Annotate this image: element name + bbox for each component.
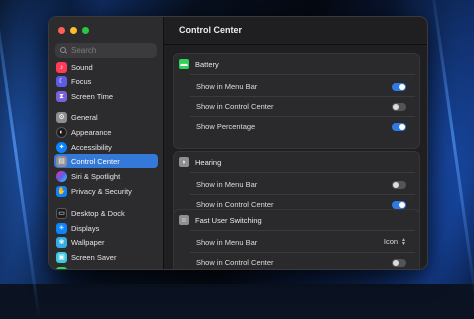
sidebar-item-desktop-dock[interactable]: ▭ Desktop & Dock	[54, 206, 158, 220]
sidebar-item-screen-saver[interactable]: ▣ Screen Saver	[54, 250, 158, 264]
display-icon: ☀	[56, 222, 67, 234]
row-label: Show in Menu Bar	[196, 180, 258, 189]
sidebar-item-partial	[54, 265, 158, 269]
sidebar-item-focus[interactable]: ☾ Focus	[54, 74, 158, 88]
accessibility-icon: ✦	[56, 141, 67, 153]
row-label: Show in Menu Bar	[196, 82, 258, 91]
fus-menu-bar-select[interactable]: Icon ▲ ▼	[384, 237, 406, 246]
main-pane: Control Center ▬ Battery Show in Menu Ba…	[164, 17, 427, 269]
sidebar-item-label: Accessibility	[71, 142, 112, 152]
search-placeholder: Search	[71, 46, 97, 55]
hearing-group-header: ◗ Hearing	[179, 157, 221, 167]
sidebar-item-label: Screen Saver	[71, 252, 117, 262]
settings-window: Search ♪ Sound ☾ Focus ⧗ Screen Time ⚙ G…	[48, 16, 428, 270]
chevron-up-down-icon: ▲ ▼	[401, 236, 406, 247]
sidebar-item-privacy-security[interactable]: ✋ Privacy & Security	[54, 184, 158, 198]
sidebar-item-label: Desktop & Dock	[71, 208, 125, 218]
sidebar-item-label: Privacy & Security	[71, 186, 132, 196]
divider	[190, 74, 415, 75]
sidebar: Search ♪ Sound ☾ Focus ⧗ Screen Time ⚙ G…	[49, 17, 164, 269]
sidebar-item-sound[interactable]: ♪ Sound	[54, 60, 158, 74]
sidebar-item-control-center[interactable]: ▤ Control Center	[54, 154, 158, 168]
group-title: Hearing	[195, 157, 222, 167]
select-value: Icon	[383, 237, 399, 246]
sidebar-item-label: Displays	[71, 223, 100, 233]
divider	[190, 116, 415, 117]
sidebar-item-label: Screen Time	[71, 91, 114, 101]
battery-icon	[56, 266, 67, 269]
sidebar-item-screen-time[interactable]: ⧗ Screen Time	[54, 89, 158, 103]
battery-group-header: ▬ Battery	[179, 59, 219, 69]
hearing-group: ◗ Hearing Show in Menu Bar Show in Contr…	[173, 151, 420, 217]
row-label: Show in Menu Bar	[196, 238, 258, 247]
group-title: Fast User Switching	[195, 215, 262, 225]
sidebar-item-wallpaper[interactable]: ❀ Wallpaper	[54, 235, 158, 249]
wallpaper-icon: ❀	[56, 236, 67, 248]
speaker-icon: ♪	[56, 61, 67, 73]
sidebar-item-label: Sound	[71, 62, 93, 72]
divider	[190, 96, 415, 97]
row-label: Show in Control Center	[196, 258, 274, 267]
sidebar-item-siri-spotlight[interactable]: Siri & Spotlight	[54, 169, 158, 183]
ear-icon: ◗	[179, 157, 189, 167]
hourglass-icon: ⧗	[56, 90, 67, 102]
divider	[190, 172, 415, 173]
minimize-button[interactable]	[70, 27, 77, 34]
sidebar-item-accessibility[interactable]: ✦ Accessibility	[54, 140, 158, 154]
screen-saver-icon: ▣	[56, 251, 67, 263]
battery-group: ▬ Battery Show in Menu Bar Show in Contr…	[173, 53, 420, 149]
divider	[190, 230, 415, 231]
appearance-icon: ◐	[56, 126, 67, 138]
sidebar-item-label: Wallpaper	[71, 237, 105, 247]
fus-control-center-toggle[interactable]	[392, 259, 406, 267]
row-label: Show in Control Center	[196, 200, 274, 209]
hearing-control-center-toggle[interactable]	[392, 201, 406, 209]
battery-control-center-toggle[interactable]	[392, 103, 406, 111]
title-divider	[164, 44, 427, 45]
users-icon: ☺	[179, 215, 189, 225]
fast-user-switching-header: ☺ Fast User Switching	[179, 215, 262, 225]
battery-menu-bar-toggle[interactable]	[392, 83, 406, 91]
sidebar-item-label: Focus	[71, 76, 92, 86]
moon-icon: ☾	[56, 75, 67, 87]
hand-icon: ✋	[56, 185, 67, 197]
battery-percentage-toggle[interactable]	[392, 123, 406, 131]
divider	[190, 252, 415, 253]
control-center-icon: ▤	[56, 155, 67, 167]
gear-icon: ⚙	[56, 111, 67, 123]
row-label: Show Percentage	[196, 122, 256, 131]
search-input[interactable]: Search	[55, 43, 157, 58]
search-icon	[60, 47, 67, 54]
dock-icon: ▭	[56, 207, 67, 219]
sidebar-item-label: Siri & Spotlight	[71, 171, 121, 181]
sidebar-item-label: Control Center	[71, 156, 120, 166]
close-button[interactable]	[58, 27, 65, 34]
sidebar-item-label: General	[71, 112, 98, 122]
hearing-menu-bar-toggle[interactable]	[392, 181, 406, 189]
sidebar-item-appearance[interactable]: ◐ Appearance	[54, 125, 158, 139]
battery-icon: ▬	[179, 59, 189, 69]
siri-icon	[56, 170, 67, 182]
window-controls	[58, 27, 89, 34]
sidebar-item-displays[interactable]: ☀ Displays	[54, 221, 158, 235]
group-title: Battery	[195, 59, 219, 69]
zoom-button[interactable]	[82, 27, 89, 34]
sidebar-item-general[interactable]: ⚙ General	[54, 110, 158, 124]
row-label: Show in Control Center	[196, 102, 274, 111]
page-title: Control Center	[179, 25, 242, 35]
divider	[190, 194, 415, 195]
fast-user-switching-group: ☺ Fast User Switching Show in Menu Bar I…	[173, 209, 420, 269]
sidebar-item-label: Appearance	[71, 127, 112, 137]
